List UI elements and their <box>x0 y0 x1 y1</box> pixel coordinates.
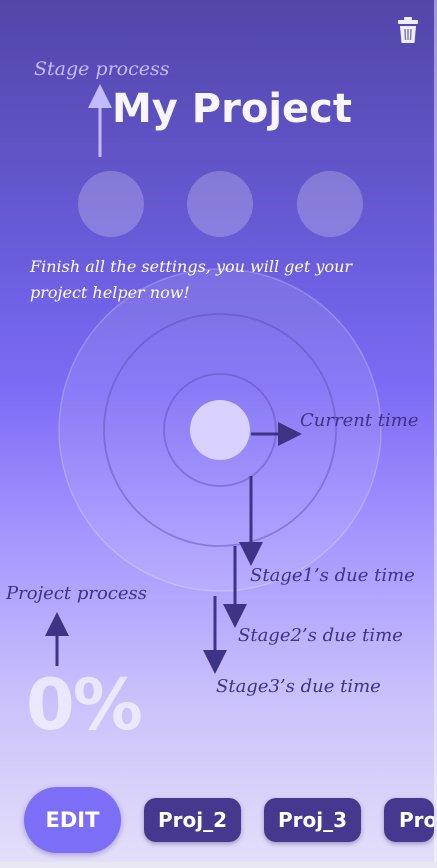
edit-button[interactable]: EDIT <box>24 787 121 853</box>
stage2-due-label: Stage2’s due time <box>238 625 403 646</box>
current-time-label: Current time <box>300 410 419 431</box>
project-process-label: Project process <box>6 583 147 604</box>
stage3-due-label: Stage3’s due time <box>216 676 381 697</box>
stage1-due-label: Stage1’s due time <box>250 565 415 586</box>
project-progress-value: 0% <box>26 664 143 746</box>
project-screen: Stage process My Project Finish all the … <box>0 0 437 868</box>
project-tab-4[interactable]: Proj_4 <box>384 798 434 842</box>
project-tab-2[interactable]: Proj_2 <box>144 798 241 842</box>
current-time-dot <box>190 400 250 460</box>
project-tab-3[interactable]: Proj_3 <box>264 798 361 842</box>
settings-hint: Finish all the settings, you will get yo… <box>30 257 353 302</box>
bottom-edge <box>0 862 437 868</box>
